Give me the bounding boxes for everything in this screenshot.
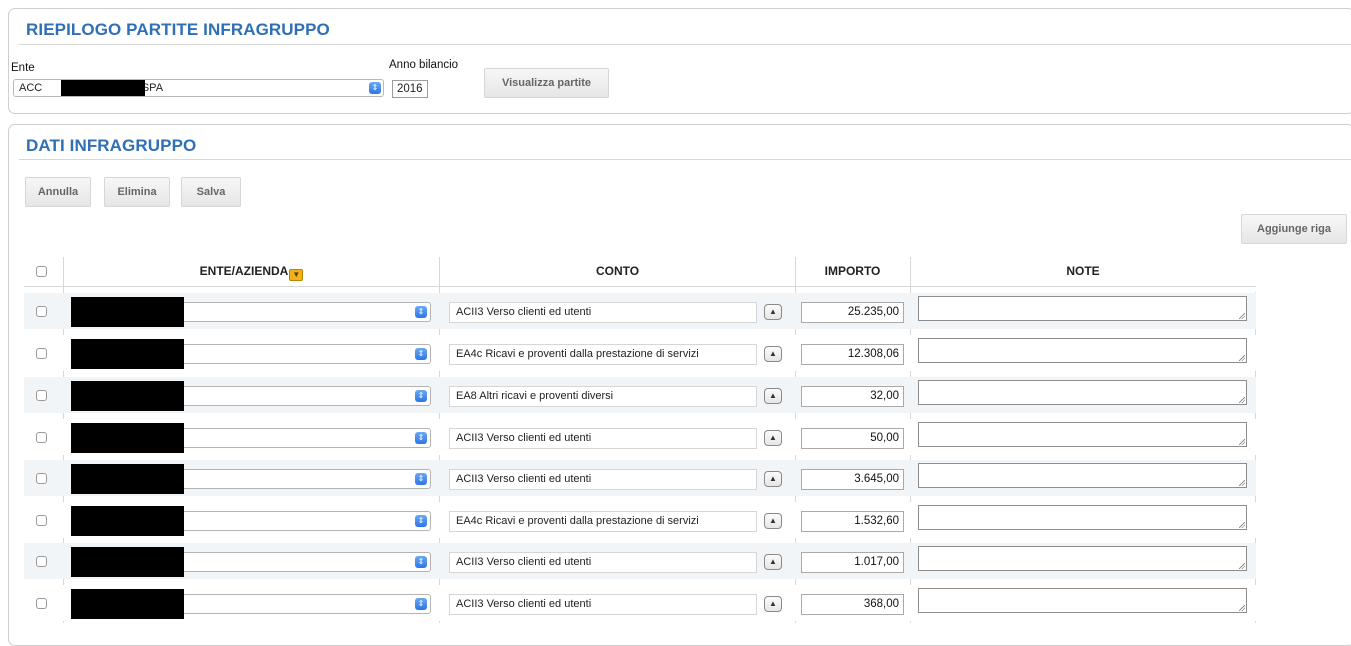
updown-chevron-icon: ⇕ <box>415 432 427 444</box>
importo-input[interactable]: 1.017,00 <box>801 552 904 573</box>
riepilogo-panel: RIEPILOGO PARTITE INFRAGRUPPO Ente ACC O … <box>8 8 1351 114</box>
redaction-block <box>71 464 184 494</box>
redaction-block <box>71 506 184 536</box>
ente-azienda-select[interactable]: ⇕ <box>71 547 431 577</box>
importo-input[interactable]: 3.645,00 <box>801 469 904 490</box>
table-row: ⇕ EA4c Ricavi e proventi dalla prestazion… <box>24 335 1256 371</box>
caret-up-icon[interactable]: ▲ <box>764 346 782 362</box>
ente-azienda-select[interactable]: ⇕ <box>71 297 431 327</box>
anno-label: Anno bilancio <box>389 59 459 71</box>
col-note-header: NOTE <box>1066 264 1100 278</box>
conto-field[interactable]: EA4c Ricavi e proventi dalla prestazione… <box>449 511 757 532</box>
table-row: ⇕ ACII3 Verso clienti ed utenti ▲ 368,00 <box>24 585 1256 621</box>
importo-input[interactable]: 50,00 <box>801 428 904 449</box>
visualizza-partite-button[interactable]: Visualizza partite <box>484 68 609 98</box>
conto-field[interactable]: ACII3 Verso clienti ed utenti <box>449 552 757 573</box>
salva-button[interactable]: Salva <box>181 177 241 207</box>
riepilogo-divider <box>19 44 1351 45</box>
dati-divider <box>19 159 1351 160</box>
caret-up-icon[interactable]: ▲ <box>764 471 782 487</box>
row-checkbox[interactable] <box>36 598 47 609</box>
updown-chevron-icon: ⇕ <box>415 556 427 568</box>
select-all-checkbox[interactable] <box>36 266 47 277</box>
note-textarea[interactable] <box>918 380 1247 405</box>
table-row: ⇕ ACII3 Verso clienti ed utenti ▲ 3.645,00 <box>24 460 1256 496</box>
col-conto-header: CONTO <box>595 264 640 278</box>
importo-input[interactable]: 32,00 <box>801 386 904 407</box>
table-row: ⇕ ACII3 Verso clienti ed utenti ▲ 50,00 <box>24 419 1256 455</box>
col-ente-header[interactable]: ENTE/AZIENDA ▼ <box>64 257 439 286</box>
conto-field[interactable]: ACII3 Verso clienti ed utenti <box>449 302 757 323</box>
caret-up-icon[interactable]: ▲ <box>764 304 782 320</box>
redaction-block <box>71 423 184 453</box>
row-checkbox[interactable] <box>36 473 47 484</box>
note-textarea[interactable] <box>918 505 1247 530</box>
conto-field[interactable]: ACII3 Verso clienti ed utenti <box>449 469 757 490</box>
note-textarea[interactable] <box>918 422 1247 447</box>
caret-up-icon[interactable]: ▲ <box>764 388 782 404</box>
redaction-block <box>71 381 184 411</box>
row-checkbox[interactable] <box>36 348 47 359</box>
note-textarea[interactable] <box>918 463 1247 488</box>
updown-chevron-icon: ⇕ <box>415 598 427 610</box>
anno-input[interactable]: 2016 <box>392 80 428 98</box>
importo-input[interactable]: 12.308,06 <box>801 344 904 365</box>
conto-field[interactable]: EA8 Altri ricavi e proventi diversi <box>449 386 757 407</box>
redaction-block <box>61 80 145 96</box>
header-rule <box>24 286 1256 287</box>
updown-chevron-icon: ⇕ <box>415 306 427 318</box>
row-checkbox[interactable] <box>36 432 47 443</box>
ente-azienda-select[interactable]: ⇕ <box>71 381 431 411</box>
conto-field[interactable]: ACII3 Verso clienti ed utenti <box>449 594 757 615</box>
row-checkbox[interactable] <box>36 556 47 567</box>
ente-select-prefix: ACC <box>19 82 43 94</box>
table-row: ⇕ ACII3 Verso clienti ed utenti ▲ 1.017,00 <box>24 543 1256 579</box>
redaction-block <box>71 297 184 327</box>
conto-field[interactable]: EA4c Ricavi e proventi dalla prestazione… <box>449 344 757 365</box>
updown-chevron-icon: ⇕ <box>415 348 427 360</box>
updown-chevron-icon: ⇕ <box>415 390 427 402</box>
importo-input[interactable]: 1.532,60 <box>801 511 904 532</box>
riepilogo-title: RIEPILOGO PARTITE INFRAGRUPPO <box>26 20 330 39</box>
col-importo-header: IMPORTO <box>824 264 881 278</box>
table-row: ⇕ EA4c Ricavi e proventi dalla prestazion… <box>24 502 1256 538</box>
ente-select[interactable]: ACC O SPA ⇕ <box>13 79 384 97</box>
redaction-block <box>71 589 184 619</box>
caret-up-icon[interactable]: ▲ <box>764 596 782 612</box>
annulla-button[interactable]: Annulla <box>25 177 91 207</box>
table-row: ⇕ EA8 Altri ricavi e proventi diversi ▲ 32,… <box>24 377 1256 413</box>
ente-azienda-select[interactable]: ⇕ <box>71 464 431 494</box>
elimina-button[interactable]: Elimina <box>104 177 170 207</box>
ente-azienda-select[interactable]: ⇕ <box>71 506 431 536</box>
conto-field[interactable]: ACII3 Verso clienti ed utenti <box>449 428 757 449</box>
note-textarea[interactable] <box>918 546 1247 571</box>
updown-chevron-icon: ⇕ <box>369 82 381 94</box>
note-textarea[interactable] <box>918 296 1247 321</box>
col-ente-label: ENTE/AZIENDA <box>199 264 289 278</box>
importo-input[interactable]: 25.235,00 <box>801 302 904 323</box>
row-checkbox[interactable] <box>36 390 47 401</box>
row-checkbox[interactable] <box>36 306 47 317</box>
redaction-block <box>71 339 184 369</box>
ente-azienda-select[interactable]: ⇕ <box>71 423 431 453</box>
table-row: ⇕ ACII3 Verso clienti ed utenti ▲ 25.235,00 <box>24 293 1256 329</box>
updown-chevron-icon: ⇕ <box>415 515 427 527</box>
importo-input[interactable]: 368,00 <box>801 594 904 615</box>
caret-up-icon[interactable]: ▲ <box>764 430 782 446</box>
caret-up-icon[interactable]: ▲ <box>764 554 782 570</box>
updown-chevron-icon: ⇕ <box>415 473 427 485</box>
table-header: ENTE/AZIENDA ▼ CONTO IMPORTO NOTE <box>24 257 1256 286</box>
sort-dropdown-icon[interactable]: ▼ <box>289 269 304 281</box>
caret-up-icon[interactable]: ▲ <box>764 513 782 529</box>
row-checkbox[interactable] <box>36 515 47 526</box>
note-textarea[interactable] <box>918 588 1247 613</box>
aggiunge-riga-button[interactable]: Aggiunge riga <box>1241 214 1347 244</box>
note-textarea[interactable] <box>918 338 1247 363</box>
ente-label: Ente <box>11 62 35 74</box>
ente-azienda-select[interactable]: ⇕ <box>71 589 431 619</box>
dati-title: DATI INFRAGRUPPO <box>26 136 197 155</box>
ente-azienda-select[interactable]: ⇕ <box>71 339 431 369</box>
redaction-block <box>71 547 184 577</box>
